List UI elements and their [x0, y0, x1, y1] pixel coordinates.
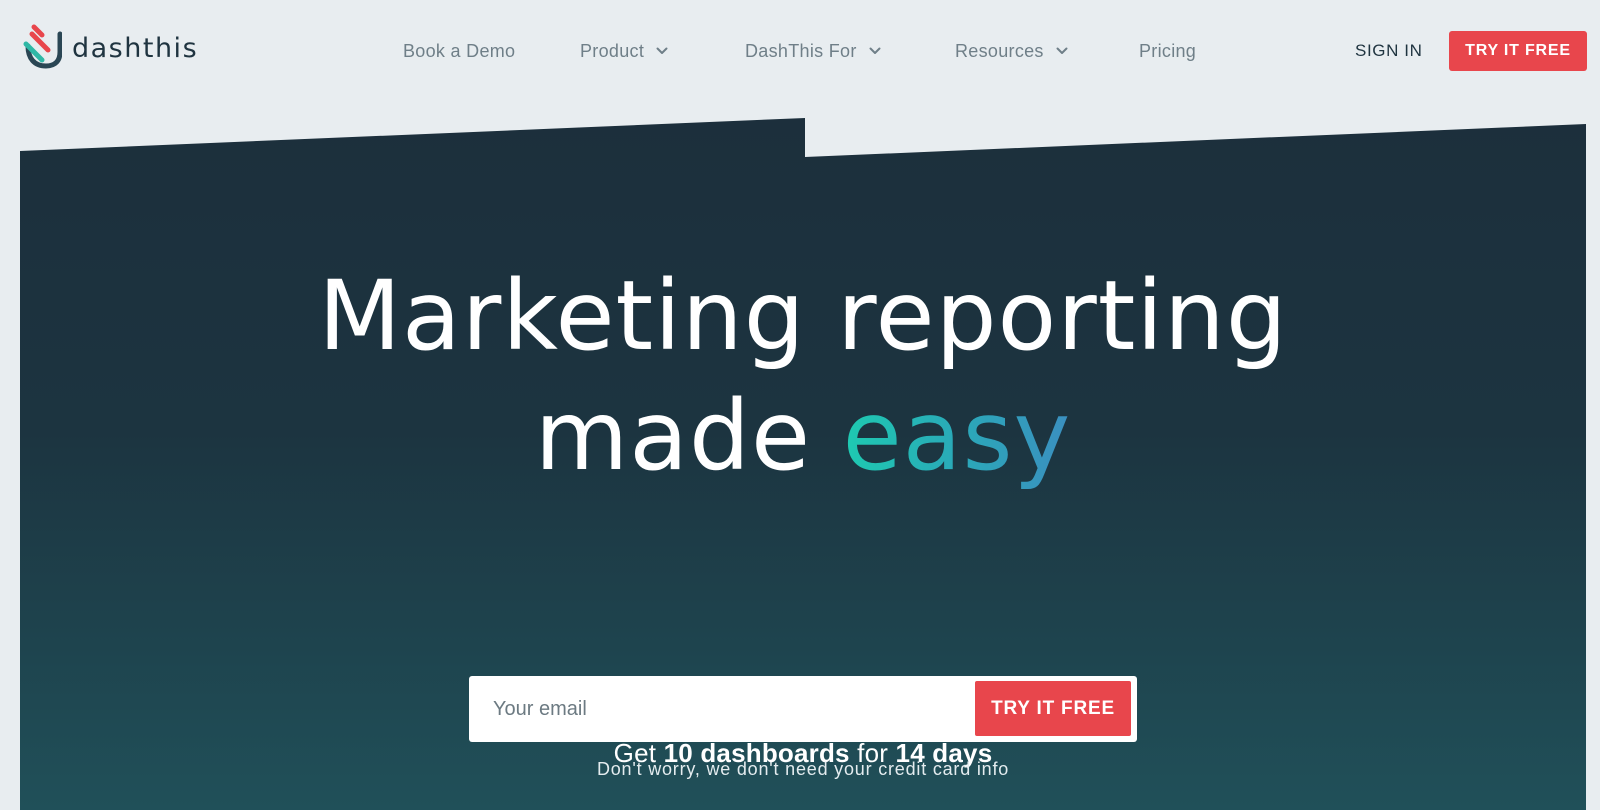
nav-resources[interactable]: Resources: [955, 36, 1068, 66]
signup-form: TRY IT FREE: [469, 676, 1137, 742]
dashthis-logo-icon: [23, 24, 62, 69]
nav-label: Pricing: [1139, 40, 1197, 61]
page: dashthis Book a Demo Product DashThis Fo…: [0, 0, 1600, 810]
nav-book-a-demo[interactable]: Book a Demo: [403, 36, 515, 66]
try-it-free-header-button[interactable]: TRY IT FREE: [1449, 31, 1587, 71]
email-input[interactable]: [469, 676, 969, 742]
hero-headline: Marketing reporting made easy: [20, 256, 1586, 496]
nav-label: DashThis For: [745, 40, 857, 61]
logo-text: dashthis: [72, 32, 199, 64]
nav-dashthis-for[interactable]: DashThis For: [745, 36, 881, 66]
headline-plain-word: made: [534, 380, 812, 492]
credit-card-note: Don't worry, we don't need your credit c…: [596, 759, 1010, 779]
headline-accent-word: easy: [842, 380, 1072, 492]
nav-product[interactable]: Product: [580, 36, 668, 66]
nav-label: Resources: [955, 40, 1044, 61]
chevron-down-icon: [869, 47, 881, 54]
nav-pricing[interactable]: Pricing: [1139, 36, 1196, 66]
headline-line-1: Marketing reporting: [318, 260, 1288, 372]
nav-label: Product: [580, 40, 645, 61]
logo-link[interactable]: dashthis: [20, 24, 198, 72]
headline-line-2: made easy: [20, 376, 1586, 496]
nav-label: Book a Demo: [403, 40, 516, 61]
try-it-free-hero-button[interactable]: TRY IT FREE: [975, 681, 1131, 736]
chevron-down-icon: [656, 47, 668, 54]
hero-section: Marketing reporting made easy Get 10 das…: [20, 118, 1586, 810]
sign-in-link[interactable]: SIGN IN: [1355, 36, 1423, 66]
site-header: dashthis Book a Demo Product DashThis Fo…: [0, 0, 1600, 100]
chevron-down-icon: [1056, 47, 1068, 54]
